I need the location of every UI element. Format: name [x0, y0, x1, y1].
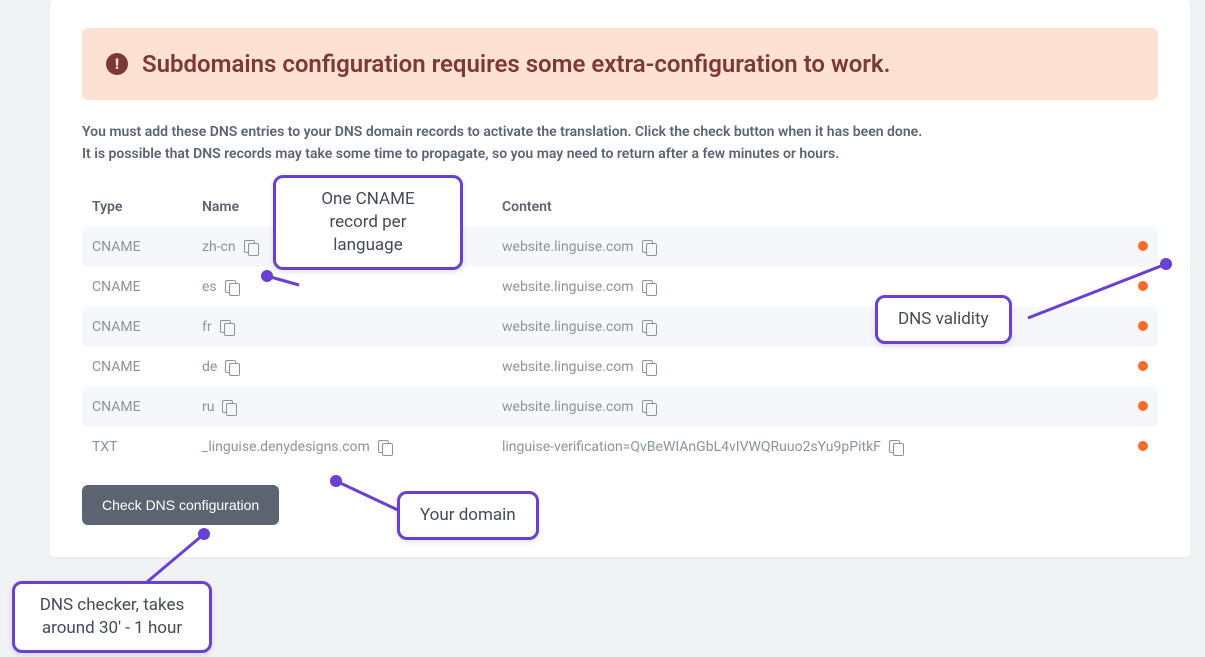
cell-status: [1118, 387, 1158, 427]
cell-name-text: fr: [202, 319, 212, 335]
alert-banner: ! Subdomains configuration requires some…: [82, 28, 1158, 100]
connector-dot: [1160, 258, 1172, 270]
cell-name: ru: [192, 387, 492, 427]
cell-content-text: website.linguise.com: [502, 399, 634, 415]
cell-type: CNAME: [82, 387, 192, 427]
cell-content-text: linguise-verification=QvBeWIAnGbL4vIVWQR…: [502, 439, 881, 455]
cell-name-text: es: [202, 279, 217, 295]
cell-name-text: de: [202, 359, 217, 375]
cell-name: _linguise.denydesigns.com: [192, 427, 492, 467]
cell-content: website.linguise.com: [492, 307, 1118, 347]
cell-content: website.linguise.com: [492, 387, 1118, 427]
copy-icon[interactable]: [642, 400, 657, 415]
copy-icon[interactable]: [642, 320, 657, 335]
copy-icon[interactable]: [642, 280, 657, 295]
cell-name: fr: [192, 307, 492, 347]
cell-name: de: [192, 347, 492, 387]
cell-content: linguise-verification=QvBeWIAnGbL4vIVWQR…: [492, 427, 1118, 467]
callout-cname: One CNAME record per language: [273, 175, 463, 270]
cell-status: [1118, 227, 1158, 267]
cell-content-text: website.linguise.com: [502, 319, 634, 335]
cell-content-text: website.linguise.com: [502, 239, 634, 255]
cell-type: TXT: [82, 427, 192, 467]
connector-dot: [198, 528, 210, 540]
callout-validity: DNS validity: [875, 295, 1012, 344]
copy-icon[interactable]: [889, 440, 904, 455]
copy-icon[interactable]: [225, 280, 240, 295]
cell-content: website.linguise.com: [492, 227, 1118, 267]
copy-icon[interactable]: [222, 400, 237, 415]
callout-checker: DNS checker, takes around 30' - 1 hour: [12, 581, 212, 653]
header-content: Content: [492, 187, 1118, 227]
copy-icon[interactable]: [244, 240, 259, 255]
cell-status: [1118, 347, 1158, 387]
status-dot-icon: [1138, 361, 1148, 371]
cell-name-text: zh-cn: [202, 239, 236, 255]
table-row: CNAME de website.linguise.com: [82, 347, 1158, 387]
table-row: TXT _linguise.denydesigns.com linguise-ver…: [82, 427, 1158, 467]
alert-text: Subdomains configuration requires some e…: [142, 50, 890, 78]
cell-content: website.linguise.com: [492, 267, 1118, 307]
cell-name: es: [192, 267, 492, 307]
status-dot-icon: [1138, 241, 1148, 251]
cell-content-text: website.linguise.com: [502, 279, 634, 295]
cell-status: [1118, 267, 1158, 307]
check-dns-button[interactable]: Check DNS configuration: [82, 485, 279, 525]
copy-icon[interactable]: [378, 440, 393, 455]
connector-dot: [261, 270, 273, 282]
instructions-line1: You must add these DNS entries to your D…: [82, 124, 922, 140]
cell-content-text: website.linguise.com: [502, 359, 634, 375]
dns-config-card: ! Subdomains configuration requires some…: [50, 0, 1190, 557]
instructions: You must add these DNS entries to your D…: [82, 122, 1158, 165]
alert-icon: !: [106, 53, 128, 75]
copy-icon[interactable]: [220, 320, 235, 335]
table-row: CNAME zh-cn website.linguise.com: [82, 227, 1158, 267]
status-dot-icon: [1138, 321, 1148, 331]
cell-status: [1118, 427, 1158, 467]
status-dot-icon: [1138, 281, 1148, 291]
cell-status: [1118, 307, 1158, 347]
connector-dot: [330, 475, 342, 487]
cell-type: CNAME: [82, 307, 192, 347]
copy-icon[interactable]: [642, 240, 657, 255]
cell-type: CNAME: [82, 347, 192, 387]
header-type: Type: [82, 187, 192, 227]
callout-domain: Your domain: [397, 491, 539, 540]
cell-content: website.linguise.com: [492, 347, 1118, 387]
status-dot-icon: [1138, 401, 1148, 411]
copy-icon[interactable]: [225, 360, 240, 375]
cell-type: CNAME: [82, 267, 192, 307]
header-status: [1118, 187, 1158, 227]
table-row: CNAME ru website.linguise.com: [82, 387, 1158, 427]
status-dot-icon: [1138, 441, 1148, 451]
copy-icon[interactable]: [642, 360, 657, 375]
cell-name-text: _linguise.denydesigns.com: [202, 439, 370, 455]
dns-records-body: CNAME zh-cn website.linguise.com CNAME es web…: [82, 227, 1158, 467]
instructions-line2: It is possible that DNS records may take…: [82, 146, 839, 162]
cell-type: CNAME: [82, 227, 192, 267]
cell-name-text: ru: [202, 399, 214, 415]
